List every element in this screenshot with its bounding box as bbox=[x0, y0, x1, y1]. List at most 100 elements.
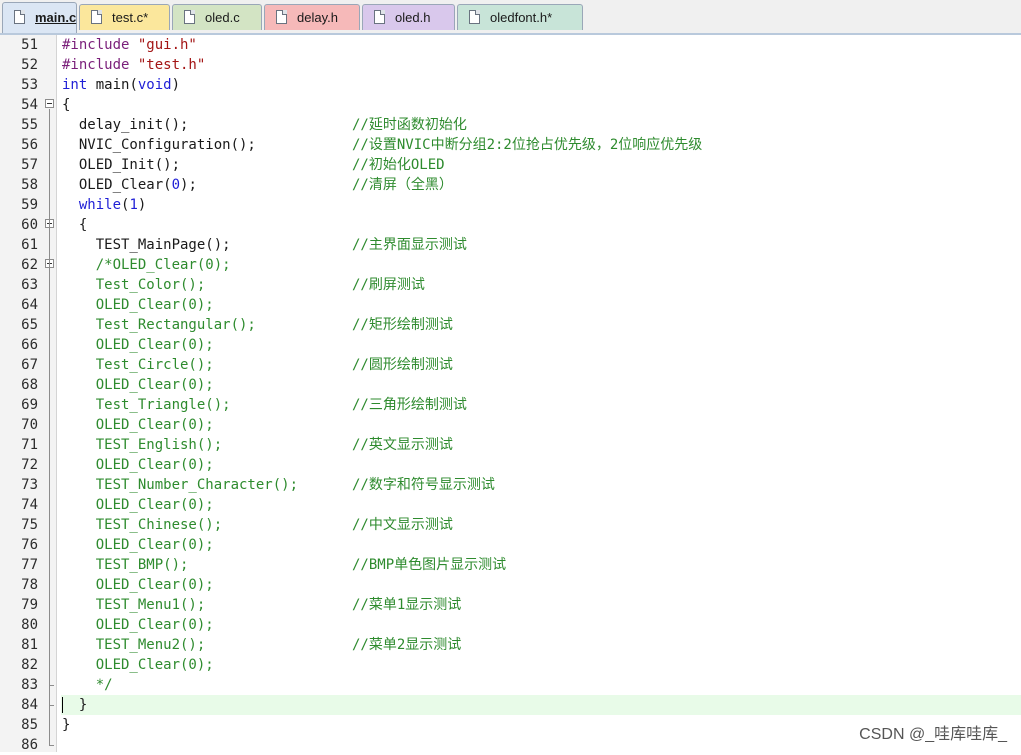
tab-oledfont-h[interactable]: oledfont.h* bbox=[457, 4, 583, 30]
code-text: */ bbox=[62, 675, 113, 695]
line-number: 56 bbox=[21, 137, 38, 153]
token-function: TEST_MainPage(); bbox=[62, 237, 231, 253]
token-comment: TEST_BMP(); bbox=[62, 557, 189, 573]
code-line[interactable]: 61 TEST_MainPage(); //主界面显示测试 bbox=[0, 235, 1021, 255]
code-comment: //菜单1显示测试 bbox=[352, 597, 462, 613]
line-number: 55 bbox=[21, 117, 38, 133]
line-number: 52 bbox=[21, 57, 38, 73]
code-text: } bbox=[62, 715, 70, 735]
code-line[interactable]: 54 { bbox=[0, 95, 1021, 115]
code-text: while(1) bbox=[62, 195, 146, 215]
token-comment: OLED_Clear(0); bbox=[62, 377, 214, 393]
fold-guide-line bbox=[49, 269, 50, 685]
code-line[interactable]: 77 TEST_BMP(); //BMP单色图片显示测试 bbox=[0, 555, 1021, 575]
code-text: TEST_Number_Character(); bbox=[62, 475, 298, 495]
code-text: delay_init(); bbox=[62, 115, 189, 135]
code-comment: //初始化OLED bbox=[352, 157, 445, 173]
code-text: OLED_Clear(0); bbox=[62, 615, 214, 635]
code-line[interactable]: 63 Test_Color(); //刷屏测试 bbox=[0, 275, 1021, 295]
code-line[interactable]: 70 OLED_Clear(0); bbox=[0, 415, 1021, 435]
token-comment: OLED_Clear(0); bbox=[62, 657, 214, 673]
code-comment: //英文显示测试 bbox=[352, 437, 453, 453]
code-line[interactable]: 81 TEST_Menu2(); //菜单2显示测试 bbox=[0, 635, 1021, 655]
code-comment: //圆形绘制测试 bbox=[352, 357, 453, 373]
tab-oled-h[interactable]: oled.h bbox=[362, 4, 455, 30]
token-comment: OLED_Clear(0); bbox=[62, 417, 214, 433]
tab-oled-c[interactable]: oled.c bbox=[172, 4, 262, 30]
code-line[interactable]: 60 { bbox=[0, 215, 1021, 235]
code-line[interactable]: 73 TEST_Number_Character(); //数字和符号显示测试 bbox=[0, 475, 1021, 495]
code-line[interactable]: 76 OLED_Clear(0); bbox=[0, 535, 1021, 555]
tab-label: test.c* bbox=[112, 10, 149, 25]
tab-delay-h[interactable]: delay.h bbox=[264, 4, 360, 30]
line-number: 77 bbox=[21, 557, 38, 573]
token-function: OLED_Clear( bbox=[62, 177, 172, 193]
token-function: { bbox=[62, 217, 88, 233]
line-number: 66 bbox=[21, 337, 38, 353]
code-line[interactable]: 79 TEST_Menu1(); //菜单1显示测试 bbox=[0, 595, 1021, 615]
code-text: int main(void) bbox=[62, 75, 180, 95]
code-line[interactable]: 51 #include "gui.h" bbox=[0, 35, 1021, 55]
token-function: ) bbox=[171, 77, 181, 93]
line-number: 81 bbox=[21, 637, 38, 653]
code-line[interactable]: 69 Test_Triangle(); //三角形绘制测试 bbox=[0, 395, 1021, 415]
token-string: "gui.h" bbox=[137, 37, 197, 53]
line-number: 51 bbox=[21, 37, 38, 53]
code-line[interactable]: 53 int main(void) bbox=[0, 75, 1021, 95]
code-line[interactable]: 82 OLED_Clear(0); bbox=[0, 655, 1021, 675]
code-text: #include "test.h" bbox=[62, 55, 205, 75]
code-line[interactable]: 72 OLED_Clear(0); bbox=[0, 455, 1021, 475]
token-number: 0 bbox=[171, 177, 181, 193]
code-comment: //菜单2显示测试 bbox=[352, 637, 462, 653]
code-line[interactable]: 56 NVIC_Configuration(); //设置NVIC中断分组2:2位… bbox=[0, 135, 1021, 155]
code-line[interactable]: 65 Test_Rectangular(); //矩形绘制测试 bbox=[0, 315, 1021, 335]
line-number: 86 bbox=[21, 737, 38, 753]
code-text: TEST_Menu1(); bbox=[62, 595, 206, 615]
code-line[interactable]: 66 OLED_Clear(0); bbox=[0, 335, 1021, 355]
token-comment: OLED_Clear(0); bbox=[62, 577, 214, 593]
code-comment: //设置NVIC中断分组2:2位抢占优先级，2位响应优先级 bbox=[352, 137, 703, 153]
code-line[interactable]: 75 TEST_Chinese(); //中文显示测试 bbox=[0, 515, 1021, 535]
tab-main-c[interactable]: main.c bbox=[2, 2, 77, 33]
code-comment: //延时函数初始化 bbox=[352, 117, 467, 133]
code-text: Test_Circle(); bbox=[62, 355, 214, 375]
code-line[interactable]: 68 OLED_Clear(0); bbox=[0, 375, 1021, 395]
token-preprocessor: #include bbox=[62, 37, 138, 53]
line-number: 65 bbox=[21, 317, 38, 333]
line-number: 84 bbox=[21, 697, 38, 713]
current-code-line[interactable]: 84 } bbox=[0, 695, 1021, 715]
line-number: 53 bbox=[21, 77, 38, 93]
code-text: } bbox=[62, 695, 87, 715]
token-function: { bbox=[62, 97, 71, 113]
code-line[interactable]: 64 OLED_Clear(0); bbox=[0, 295, 1021, 315]
line-number: 61 bbox=[21, 237, 38, 253]
watermark: CSDN @_哇库哇库_ bbox=[859, 726, 1007, 743]
code-line[interactable]: 59 while(1) bbox=[0, 195, 1021, 215]
line-number: 54 bbox=[21, 97, 38, 113]
line-number: 72 bbox=[21, 457, 38, 473]
code-line[interactable]: 71 TEST_English(); //英文显示测试 bbox=[0, 435, 1021, 455]
code-line[interactable]: 80 OLED_Clear(0); bbox=[0, 615, 1021, 635]
line-number: 82 bbox=[21, 657, 38, 673]
tab-label: main.c bbox=[35, 10, 77, 25]
code-line[interactable]: 83 */ bbox=[0, 675, 1021, 695]
code-text: OLED_Clear(0); bbox=[62, 575, 214, 595]
code-line[interactable]: 78 OLED_Clear(0); bbox=[0, 575, 1021, 595]
code-line[interactable]: 57 OLED_Init(); //初始化OLED bbox=[0, 155, 1021, 175]
code-line[interactable]: 67 Test_Circle(); //圆形绘制测试 bbox=[0, 355, 1021, 375]
token-comment: Test_Circle(); bbox=[62, 357, 214, 373]
code-editor[interactable]: 51 #include "gui.h" 52 #include "test.h" 53 i… bbox=[0, 35, 1021, 753]
code-line[interactable]: 55 delay_init(); //延时函数初始化 bbox=[0, 115, 1021, 135]
line-number: 70 bbox=[21, 417, 38, 433]
tab-test-c[interactable]: test.c* bbox=[79, 4, 170, 30]
code-line[interactable]: 52 #include "test.h" bbox=[0, 55, 1021, 75]
line-number: 69 bbox=[21, 397, 38, 413]
token-function: ) bbox=[137, 197, 147, 213]
code-line[interactable]: 74 OLED_Clear(0); bbox=[0, 495, 1021, 515]
code-line[interactable]: 58 OLED_Clear(0); //清屏（全黑） bbox=[0, 175, 1021, 195]
token-comment: OLED_Clear(0); bbox=[62, 497, 214, 513]
token-comment: OLED_Clear(0); bbox=[62, 537, 214, 553]
code-line[interactable]: 62 /*OLED_Clear(0); bbox=[0, 255, 1021, 275]
fold-collapse-icon[interactable] bbox=[45, 99, 54, 108]
line-number: 83 bbox=[21, 677, 38, 693]
